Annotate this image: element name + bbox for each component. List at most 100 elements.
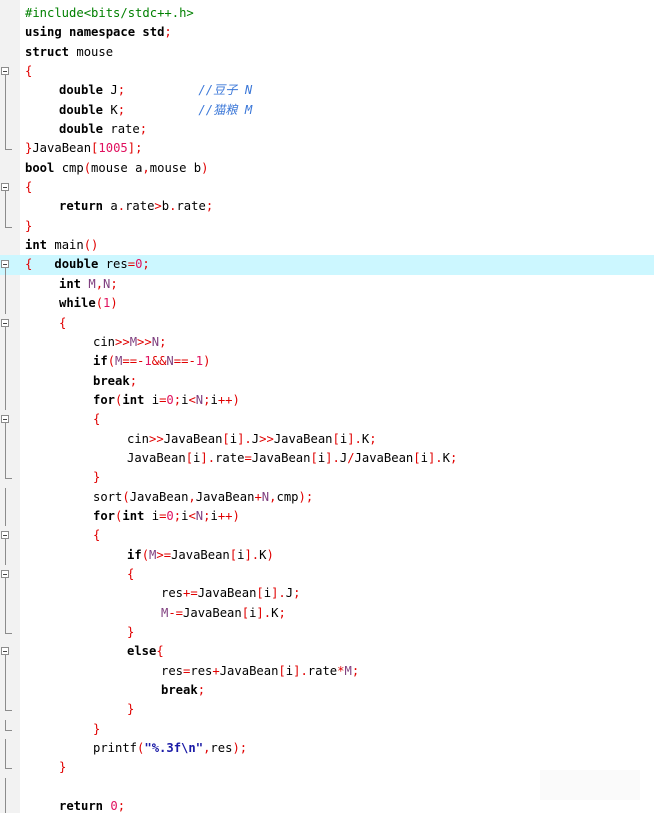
fold-marker[interactable] bbox=[0, 410, 20, 431]
code-line[interactable]: } bbox=[0, 216, 654, 236]
code-line[interactable]: for(int i=0;i<N;i++) bbox=[0, 390, 654, 411]
token-id: rate bbox=[125, 199, 155, 214]
fold-marker[interactable] bbox=[0, 62, 20, 83]
fold-marker[interactable] bbox=[0, 565, 20, 585]
fold-marker bbox=[0, 584, 20, 604]
token-op: + bbox=[212, 663, 220, 678]
code-line[interactable]: { double res=0; bbox=[0, 255, 654, 276]
code-text: }JavaBean[1005]; bbox=[25, 139, 142, 158]
code-line[interactable]: #include<bits/stdc++.h> bbox=[0, 4, 654, 23]
collapse-icon[interactable] bbox=[1, 531, 9, 540]
code-line[interactable]: printf("%.3f\n",res); bbox=[0, 739, 654, 759]
fold-marker bbox=[0, 332, 20, 353]
code-line[interactable]: } bbox=[0, 719, 654, 739]
token-id: mouse bbox=[76, 44, 114, 59]
token-str: "%.3f\n" bbox=[144, 741, 204, 756]
collapse-icon[interactable] bbox=[1, 260, 9, 269]
token-vr: M bbox=[129, 334, 138, 349]
token-id: JavaBean bbox=[32, 141, 92, 156]
code-line[interactable]: res+=JavaBean[i].J; bbox=[0, 584, 654, 604]
fold-marker bbox=[0, 623, 20, 642]
code-line[interactable]: break; bbox=[0, 371, 654, 391]
fold-marker bbox=[0, 661, 20, 682]
token-op: , bbox=[142, 160, 150, 175]
fold-marker bbox=[0, 294, 20, 314]
token-op: ; bbox=[293, 586, 301, 601]
token-id: res bbox=[161, 586, 184, 601]
code-line[interactable]: if(M>=JavaBean[i].K) bbox=[0, 545, 654, 565]
code-line[interactable]: int M,N; bbox=[0, 274, 654, 295]
code-line[interactable]: int main() bbox=[0, 236, 654, 255]
collapse-icon[interactable] bbox=[1, 647, 9, 656]
code-line[interactable]: double rate; bbox=[0, 120, 654, 140]
code-line[interactable]: break; bbox=[0, 681, 654, 701]
fold-marker[interactable] bbox=[0, 255, 20, 276]
token-id: JavaBean bbox=[129, 489, 189, 504]
code-line[interactable]: cin>>M>>N; bbox=[0, 332, 654, 353]
token-id: JavaBean bbox=[197, 586, 257, 601]
code-line[interactable]: { bbox=[0, 410, 654, 431]
code-text: int M,N; bbox=[59, 275, 118, 294]
fold-marker[interactable] bbox=[0, 178, 20, 199]
code-line[interactable]: JavaBean[i].rate=JavaBean[i].J/JavaBean[… bbox=[0, 448, 654, 469]
token-op: ; bbox=[173, 508, 182, 523]
token-op: ]. bbox=[237, 431, 252, 446]
code-line[interactable]: else{ bbox=[0, 642, 654, 663]
token-op: ]. bbox=[325, 450, 340, 465]
collapse-icon[interactable] bbox=[1, 67, 9, 76]
collapse-icon[interactable] bbox=[1, 183, 9, 192]
code-line[interactable]: res=res+JavaBean[i].rate*M; bbox=[0, 661, 654, 682]
fold-marker bbox=[0, 197, 20, 217]
code-line[interactable]: using namespace std; bbox=[0, 23, 654, 42]
token-id: printf bbox=[93, 741, 138, 756]
token-op: = bbox=[127, 257, 136, 272]
code-line[interactable]: M-=JavaBean[i].K; bbox=[0, 603, 654, 623]
fold-marker bbox=[0, 777, 20, 798]
code-editor[interactable]: #include<bits/stdc++.h> using namespace s… bbox=[0, 0, 654, 813]
token-id: cmp bbox=[276, 489, 299, 504]
code-line[interactable]: bool cmp(mouse a,mouse b) bbox=[0, 159, 654, 178]
code-text: } bbox=[93, 468, 100, 487]
code-line[interactable]: } bbox=[0, 623, 654, 642]
code-line[interactable]: while(1) bbox=[0, 294, 654, 314]
code-text: cin>>JavaBean[i].J>>JavaBean[i].K; bbox=[127, 430, 377, 449]
code-line[interactable]: double J; //豆子 N bbox=[0, 81, 654, 101]
token-kw: double bbox=[59, 122, 111, 137]
code-line[interactable]: cin>>JavaBean[i].J>>JavaBean[i].K; bbox=[0, 429, 654, 449]
code-line[interactable]: { bbox=[0, 314, 654, 334]
fold-marker[interactable] bbox=[0, 314, 20, 334]
code-line[interactable]: double K; //猫粮 M bbox=[0, 100, 654, 121]
token-op: ; bbox=[139, 122, 148, 137]
fold-marker[interactable] bbox=[0, 642, 20, 663]
token-op: ; bbox=[164, 25, 172, 40]
token-id: res bbox=[210, 741, 233, 756]
code-line[interactable]: for(int i=0;i<N;i++) bbox=[0, 506, 654, 527]
code-line[interactable]: } bbox=[0, 468, 654, 487]
code-text: } bbox=[127, 700, 134, 719]
token-op: -= bbox=[168, 605, 184, 620]
code-line[interactable]: sort(JavaBean,JavaBean+N,cmp); bbox=[0, 487, 654, 507]
code-text: M-=JavaBean[i].K; bbox=[161, 604, 286, 623]
code-line[interactable]: { bbox=[0, 526, 654, 547]
code-line[interactable]: { bbox=[0, 178, 654, 199]
token-op: ; bbox=[351, 663, 360, 678]
token-op: } bbox=[59, 760, 67, 775]
code-text: bool cmp(mouse a,mouse b) bbox=[25, 159, 208, 178]
code-line[interactable]: if(M==-1&&N==-1) bbox=[0, 352, 654, 372]
token-id: res bbox=[190, 663, 213, 678]
code-text: { bbox=[25, 62, 32, 81]
collapse-icon[interactable] bbox=[1, 569, 9, 578]
collapse-icon[interactable] bbox=[1, 415, 9, 424]
collapse-icon[interactable] bbox=[1, 318, 9, 327]
code-text: if(M==-1&&N==-1) bbox=[93, 352, 210, 371]
code-line[interactable]: }JavaBean[1005]; bbox=[0, 139, 654, 158]
code-line[interactable]: struct mouse bbox=[0, 43, 654, 62]
fold-marker bbox=[0, 506, 20, 527]
code-line[interactable]: { bbox=[0, 62, 654, 83]
code-line[interactable]: { bbox=[0, 565, 654, 585]
token-op: ==- bbox=[173, 354, 196, 369]
fold-marker[interactable] bbox=[0, 526, 20, 547]
code-line[interactable]: } bbox=[0, 700, 654, 719]
code-line[interactable]: return a.rate>b.rate; bbox=[0, 197, 654, 217]
token-op: ; bbox=[449, 450, 458, 465]
